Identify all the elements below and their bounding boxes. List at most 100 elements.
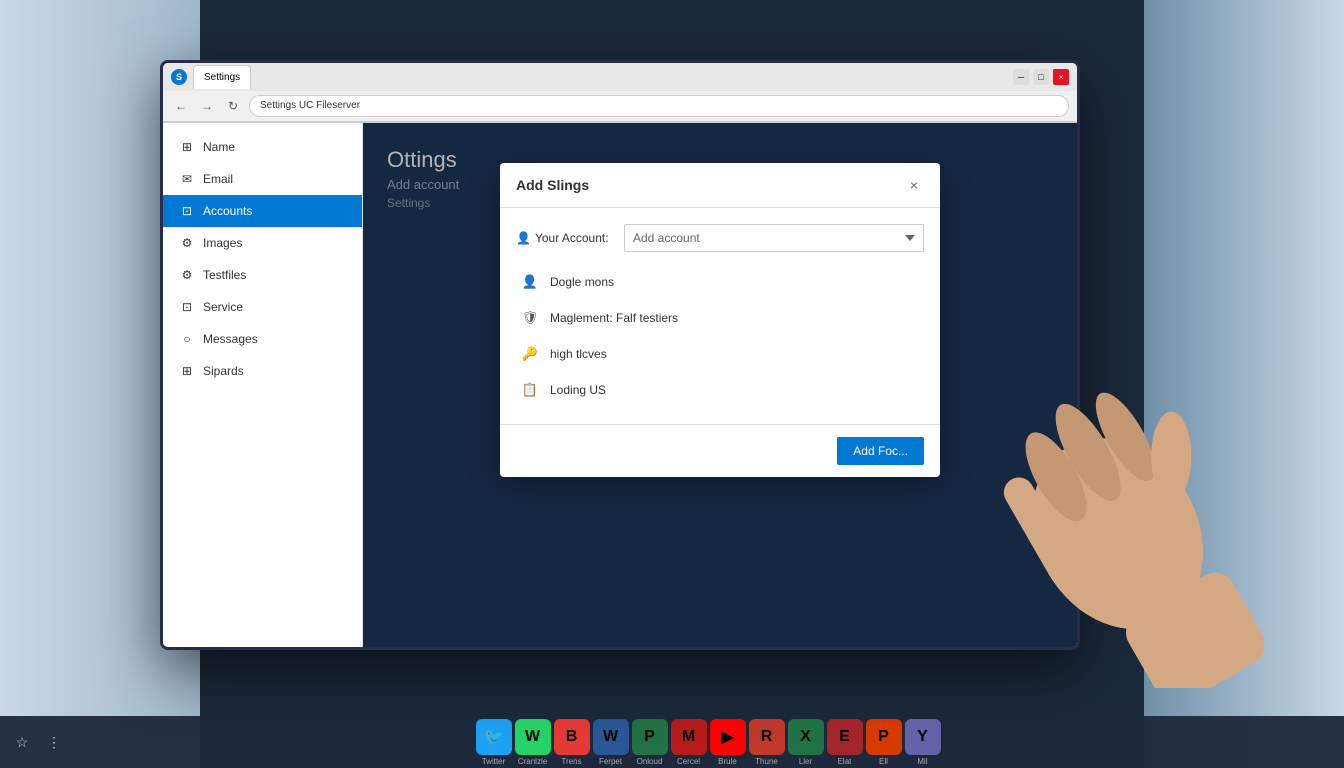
onloud-icon: P	[632, 719, 668, 755]
refresh-button[interactable]: ↻	[223, 96, 243, 116]
address-bar[interactable]: Settings UC Fileserver	[249, 95, 1069, 117]
sidebar-item-images-label: Images	[203, 236, 242, 250]
main-area: Ottings Add account Settings Add Slings …	[363, 123, 1077, 647]
browser-logo-icon: S	[171, 69, 187, 85]
sidebar-item-name[interactable]: ⊞ Name	[163, 131, 362, 163]
dialog-footer: Add Foc...	[500, 424, 940, 477]
dialog-overlay: Add Slings × 👤 Your Account: Add a	[363, 123, 1077, 647]
loding-us-icon: 📋	[520, 380, 540, 400]
taskbar-app-trens[interactable]: B Trens	[554, 719, 590, 766]
close-button[interactable]: ×	[1053, 69, 1069, 85]
taskbar-menu-button[interactable]: ⋮	[40, 728, 68, 756]
elat-icon: E	[827, 719, 863, 755]
account-person-icon: 👤	[516, 231, 531, 245]
sidebar-item-images[interactable]: ⚙ Images	[163, 227, 362, 259]
sidebar: ⊞ Name ✉ Email ⊡ Accounts ⚙ Images ⚙ Tes…	[163, 123, 363, 647]
address-text: Settings UC Fileserver	[260, 100, 360, 111]
sidebar-item-accounts-label: Accounts	[203, 204, 252, 218]
trens-icon: B	[554, 719, 590, 755]
account-field-label: 👤 Your Account:	[516, 231, 616, 245]
mil-label: Mil	[917, 757, 927, 766]
option-maglement[interactable]: 🛡 Maglement: Falf testiers	[516, 300, 924, 336]
maglement-icon: 🛡	[520, 308, 540, 328]
taskbar-app-mil[interactable]: Y Mil	[905, 719, 941, 766]
images-icon: ⚙	[179, 235, 195, 251]
add-button[interactable]: Add Foc...	[837, 437, 924, 465]
taskbar: ☆ ⋮ 🐦 Twitter W Cranlzle B Trens W Ferpe…	[0, 716, 1344, 768]
account-form-row: 👤 Your Account: Add account	[516, 224, 924, 252]
sidebar-item-testfiles-label: Testfiles	[203, 268, 246, 282]
sidebar-item-service[interactable]: ⊡ Service	[163, 291, 362, 323]
cranlzle-icon: W	[515, 719, 551, 755]
brule-icon: ▶	[710, 719, 746, 755]
sidebar-item-name-label: Name	[203, 140, 235, 154]
high-tlcves-icon: 🔑	[520, 344, 540, 364]
testfiles-icon: ⚙	[179, 267, 195, 283]
dialog-title: Add Slings	[516, 177, 589, 193]
taskbar-app-ller[interactable]: X Ller	[788, 719, 824, 766]
taskbar-app-elat[interactable]: E Elat	[827, 719, 863, 766]
option-maglement-label: Maglement: Falf testiers	[550, 311, 678, 325]
taskbar-app-cercel[interactable]: M Cercel	[671, 719, 707, 766]
taskbar-app-onloud[interactable]: P Onloud	[632, 719, 668, 766]
add-slings-dialog: Add Slings × 👤 Your Account: Add a	[500, 163, 940, 477]
service-icon: ⊡	[179, 299, 195, 315]
app-content: ⊞ Name ✉ Email ⊡ Accounts ⚙ Images ⚙ Tes…	[163, 123, 1077, 647]
bg-right	[1144, 0, 1344, 768]
sidebar-item-sipards[interactable]: ⊞ Sipards	[163, 355, 362, 387]
accounts-icon: ⊡	[179, 203, 195, 219]
browser-titlebar: S Settings ─ □ ×	[163, 63, 1077, 91]
taskbar-app-cranlzle[interactable]: W Cranlzle	[515, 719, 551, 766]
ller-icon: X	[788, 719, 824, 755]
taskbar-apps: 🐦 Twitter W Cranlzle B Trens W Ferpet P …	[80, 719, 1336, 766]
sidebar-item-messages[interactable]: ○ Messages	[163, 323, 362, 355]
dialog-close-button[interactable]: ×	[904, 175, 924, 195]
browser-chrome: S Settings ─ □ × ← → ↻ Settings UC Files…	[163, 63, 1077, 123]
elat-label: Elat	[838, 757, 852, 766]
browser-toolbar: ← → ↻ Settings UC Fileserver	[163, 91, 1077, 122]
messages-icon: ○	[179, 331, 195, 347]
taskbar-app-twitter[interactable]: 🐦 Twitter	[476, 719, 512, 766]
back-button[interactable]: ←	[171, 96, 191, 116]
dialog-header: Add Slings ×	[500, 163, 940, 208]
taskbar-star-button[interactable]: ☆	[8, 728, 36, 756]
minimize-button[interactable]: ─	[1013, 69, 1029, 85]
tab-area: Settings	[193, 65, 1007, 89]
taskbar-app-ferpet[interactable]: W Ferpet	[593, 719, 629, 766]
option-high-tlcves[interactable]: 🔑 high tlcves	[516, 336, 924, 372]
ell-icon: P	[866, 719, 902, 755]
browser-tab[interactable]: Settings	[193, 65, 251, 89]
forward-button[interactable]: →	[197, 96, 217, 116]
account-select[interactable]: Add account	[624, 224, 924, 252]
maximize-button[interactable]: □	[1033, 69, 1049, 85]
cercel-icon: M	[671, 719, 707, 755]
twitter-icon: 🐦	[476, 719, 512, 755]
cranlzle-label: Cranlzle	[518, 757, 547, 766]
onloud-label: Onloud	[637, 757, 663, 766]
thune-icon: R	[749, 719, 785, 755]
taskbar-app-thune[interactable]: R Thune	[749, 719, 785, 766]
sidebar-item-email[interactable]: ✉ Email	[163, 163, 362, 195]
taskbar-app-brule[interactable]: ▶ Brule	[710, 719, 746, 766]
name-icon: ⊞	[179, 139, 195, 155]
window-controls: ─ □ ×	[1013, 69, 1069, 85]
sidebar-item-sipards-label: Sipards	[203, 364, 244, 378]
sidebar-item-messages-label: Messages	[203, 332, 258, 346]
mil-icon: Y	[905, 719, 941, 755]
option-dogle-mons-label: Dogle mons	[550, 275, 614, 289]
ller-label: Ller	[799, 757, 812, 766]
ferpet-icon: W	[593, 719, 629, 755]
twitter-label: Twitter	[482, 757, 506, 766]
taskbar-app-ell[interactable]: P Ell	[866, 719, 902, 766]
option-dogle-mons[interactable]: 👤 Dogle mons	[516, 264, 924, 300]
cercel-label: Cercel	[677, 757, 700, 766]
option-loding-us-label: Loding US	[550, 383, 606, 397]
brule-label: Brule	[718, 757, 737, 766]
thune-label: Thune	[755, 757, 778, 766]
sidebar-item-accounts[interactable]: ⊡ Accounts	[163, 195, 362, 227]
option-loding-us[interactable]: 📋 Loding US	[516, 372, 924, 408]
sidebar-item-testfiles[interactable]: ⚙ Testfiles	[163, 259, 362, 291]
sidebar-item-service-label: Service	[203, 300, 243, 314]
taskbar-left: ☆ ⋮	[8, 728, 68, 756]
option-high-tlcves-label: high tlcves	[550, 347, 607, 361]
